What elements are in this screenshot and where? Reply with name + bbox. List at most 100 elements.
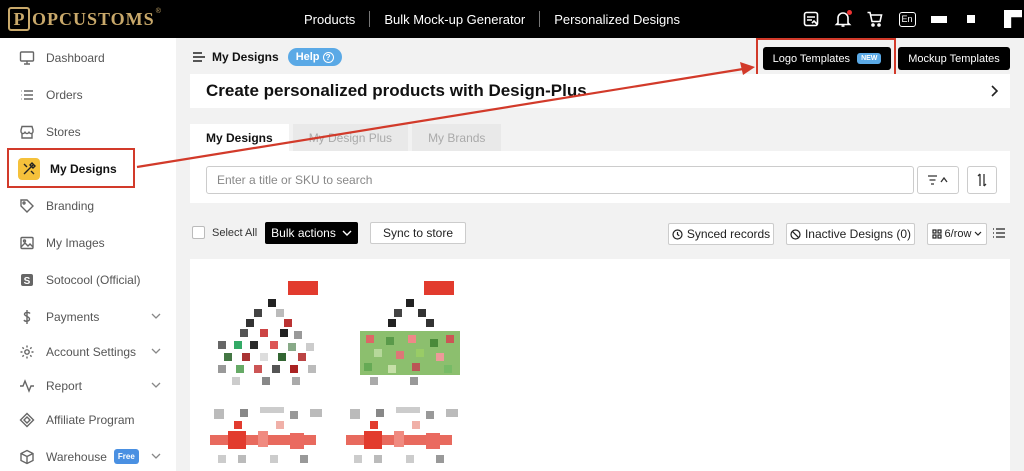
sidebar-item-label: Warehouse <box>46 449 107 464</box>
sidebar-item-account-settings[interactable]: Account Settings <box>0 333 176 370</box>
pixel <box>254 365 262 373</box>
nav-personalized-designs[interactable]: Personalized Designs <box>540 12 694 27</box>
highlight-box-my-designs <box>7 148 135 188</box>
sidebar-item-dashboard[interactable]: Dashboard <box>0 39 176 76</box>
pixel <box>270 455 278 463</box>
sidebar-item-payments[interactable]: Payments <box>0 298 176 335</box>
tab-my-brands[interactable]: My Brands <box>412 124 502 151</box>
bell-icon[interactable] <box>832 8 854 30</box>
pixel <box>370 421 378 429</box>
sidebar-item-report[interactable]: Report <box>0 367 176 404</box>
help-button[interactable]: Help ? <box>287 48 342 66</box>
logo-templates-button[interactable]: Logo Templates NEW <box>763 47 891 70</box>
pixel <box>308 365 316 373</box>
pixel <box>246 319 254 327</box>
pixel <box>232 377 240 385</box>
nav-products[interactable]: Products <box>290 12 369 27</box>
list-view-icon[interactable] <box>992 226 1006 240</box>
gear-icon <box>18 343 36 361</box>
pixel <box>370 377 378 385</box>
dollar-icon <box>18 308 36 326</box>
tag-icon <box>18 197 36 215</box>
pixel <box>418 309 426 317</box>
pixel <box>218 455 226 463</box>
filter-button[interactable] <box>917 166 959 194</box>
logo-templates-label: Logo Templates <box>772 52 851 65</box>
clipboard-icon[interactable] <box>800 8 822 30</box>
pixel <box>364 363 372 371</box>
top-icons: En <box>800 0 1024 38</box>
registered-mark: ® <box>155 7 161 15</box>
pixel <box>394 309 402 317</box>
s-logo-icon: S <box>18 271 36 289</box>
pulse-icon <box>18 377 36 395</box>
sidebar-item-label: Sotocool (Official) <box>46 272 141 287</box>
avatar[interactable] <box>1002 8 1024 30</box>
design-plus-banner[interactable]: Create personalized products with Design… <box>190 74 1010 108</box>
sidebar-item-label: Branding <box>46 198 95 213</box>
pixel <box>290 411 298 419</box>
image-icon <box>18 234 36 252</box>
sidebar-item-label: Report <box>46 378 83 393</box>
bulk-actions-dropdown[interactable]: Bulk actions <box>265 222 358 244</box>
design-card[interactable] <box>346 407 466 471</box>
pixel <box>386 337 394 345</box>
pixel <box>292 377 300 385</box>
design-card[interactable] <box>350 279 470 389</box>
chevron-down-icon <box>151 382 161 388</box>
design-grid <box>190 259 1010 471</box>
page-title: My Designs <box>212 50 279 64</box>
sync-to-store-button[interactable]: Sync to store <box>370 222 466 244</box>
nav-bulk-mockup-generator[interactable]: Bulk Mock-up Generator <box>370 12 539 27</box>
help-label: Help <box>295 51 320 63</box>
pixel <box>262 377 270 385</box>
pixel <box>406 455 414 463</box>
pixel <box>236 365 244 373</box>
sidebar-item-warehouse[interactable]: Warehouse Free <box>0 438 176 471</box>
sidebar-item-label: Payments <box>46 309 100 324</box>
brand-logo[interactable]: P OPCUSTOMS ® <box>8 5 161 33</box>
sidebar-item-my-images[interactable]: My Images <box>0 224 176 261</box>
mockup-templates-button[interactable]: Mockup Templates <box>898 47 1010 70</box>
design-card[interactable] <box>210 407 330 471</box>
pixel <box>218 341 226 349</box>
chevron-down-icon <box>151 313 161 319</box>
account-dot[interactable] <box>960 8 982 30</box>
top-nav: Products Bulk Mock-up Generator Personal… <box>290 0 694 38</box>
pixel <box>364 431 382 449</box>
search-input[interactable] <box>206 166 914 194</box>
pixel <box>436 455 444 463</box>
bulk-actions-label: Bulk actions <box>271 226 336 240</box>
cart-icon[interactable] <box>864 8 886 30</box>
sidebar: Dashboard Orders Stores My Designs Brand… <box>0 38 176 471</box>
sidebar-item-branding[interactable]: Branding <box>0 187 176 224</box>
sidebar-item-orders[interactable]: Orders <box>0 76 176 113</box>
pixel <box>366 335 374 343</box>
sort-button[interactable] <box>967 166 997 194</box>
pixel <box>278 353 286 361</box>
pixel <box>430 339 438 347</box>
tab-my-design-plus[interactable]: My Design Plus <box>292 124 409 151</box>
tab-bar: My Designs My Design Plus My Brands <box>190 124 502 151</box>
pixel <box>290 433 304 449</box>
design-card[interactable] <box>210 279 330 389</box>
account-name-block[interactable] <box>928 8 950 30</box>
select-all-checkbox[interactable] <box>192 226 205 239</box>
pixel <box>218 365 226 373</box>
synced-records-button[interactable]: Synced records <box>668 223 774 245</box>
sidebar-item-affiliate-program[interactable]: Affiliate Program <box>0 401 176 438</box>
pixel <box>300 455 308 463</box>
pixel <box>350 409 360 419</box>
pixel <box>436 353 444 361</box>
sidebar-item-sotocool[interactable]: S Sotocool (Official) <box>0 261 176 298</box>
new-badge: NEW <box>857 53 882 64</box>
ban-icon <box>790 228 801 240</box>
sidebar-item-stores[interactable]: Stores <box>0 113 176 150</box>
language-icon[interactable]: En <box>896 8 918 30</box>
per-row-selector[interactable]: 6/row <box>927 223 987 245</box>
pixel <box>426 411 434 419</box>
tab-my-designs[interactable]: My Designs <box>190 124 289 151</box>
inactive-designs-button[interactable]: Inactive Designs (0) <box>786 223 915 245</box>
search-panel <box>190 151 1010 203</box>
pixel <box>416 349 424 357</box>
